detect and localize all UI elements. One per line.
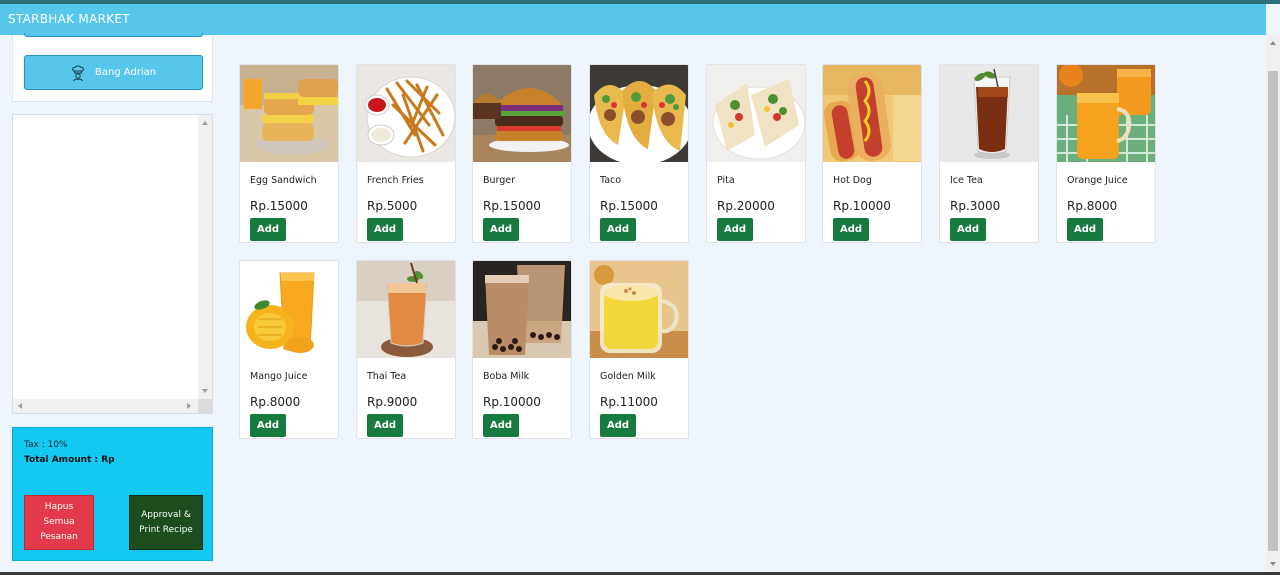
scroll-down-icon[interactable] [1270, 562, 1276, 566]
user-name: Bang Adrian [94, 67, 157, 78]
product-price: Rp.9000 [367, 395, 418, 409]
golden-milk-image [590, 261, 688, 358]
mango-juice-image [240, 261, 338, 358]
scroll-up-icon[interactable] [1270, 41, 1276, 45]
brand-title[interactable]: STARBHAK MARKET [8, 12, 130, 26]
product-card: Orange Juice Rp.8000 Add [1056, 64, 1156, 243]
add-button[interactable]: Add [600, 414, 636, 437]
product-card: Taco Rp.15000 Add [589, 64, 689, 243]
add-button[interactable]: Add [367, 414, 403, 437]
add-button[interactable]: Add [950, 218, 986, 241]
total-amount-label: Total Amount : Rp [24, 455, 115, 465]
scroll-up-icon[interactable] [202, 121, 208, 125]
product-card: Ice Tea Rp.3000 Add [939, 64, 1039, 243]
product-card: Mango Juice Rp.8000 Add [239, 260, 339, 439]
product-card: Hot Dog Rp.10000 Add [822, 64, 922, 243]
orange-juice-image [1057, 65, 1155, 162]
add-button[interactable]: Add [367, 218, 403, 241]
product-card: Boba Milk Rp.10000 Add [472, 260, 572, 439]
product-name: Ice Tea [950, 175, 983, 186]
product-card: Burger Rp.15000 Add [472, 64, 572, 243]
product-price: Rp.11000 [600, 395, 658, 409]
ice-tea-image [940, 65, 1038, 162]
scroll-down-icon[interactable] [202, 389, 208, 393]
add-button[interactable]: Add [483, 218, 519, 241]
add-button[interactable]: Add [250, 218, 286, 241]
add-button[interactable]: Add [600, 218, 636, 241]
product-price: Rp.3000 [950, 199, 1001, 213]
product-card: Pita Rp.20000 Add [706, 64, 806, 243]
chef-icon [72, 65, 84, 81]
product-card: Thai Tea Rp.9000 Add [356, 260, 456, 439]
order-list-vertical-scrollbar[interactable] [198, 115, 212, 399]
burger-image [473, 65, 571, 162]
product-name: Boba Milk [483, 371, 530, 382]
product-name: Egg Sandwich [250, 175, 317, 186]
clear-orders-button[interactable]: Hapus Semua Pesanan [24, 495, 94, 550]
product-price: Rp.15000 [250, 199, 308, 213]
product-card: French Fries Rp.5000 Add [356, 64, 456, 243]
boba-milk-image [473, 261, 571, 358]
product-name: Golden Milk [600, 371, 656, 382]
user-button[interactable]: Bang Adrian [24, 55, 203, 90]
thai-tea-image [357, 261, 455, 358]
product-card: Golden Milk Rp.11000 Add [589, 260, 689, 439]
add-button[interactable]: Add [717, 218, 753, 241]
pita-image [707, 65, 805, 162]
product-name: Thai Tea [367, 371, 407, 382]
order-summary-panel: Tax : 10% Total Amount : Rp Hapus Semua … [12, 427, 213, 561]
product-price: Rp.10000 [833, 199, 891, 213]
product-price: Rp.15000 [600, 199, 658, 213]
order-list-horizontal-scrollbar[interactable] [13, 399, 198, 413]
window-scrollbar[interactable] [1266, 35, 1280, 572]
product-name: Hot Dog [833, 175, 872, 186]
add-button[interactable]: Add [483, 414, 519, 437]
order-list[interactable] [12, 114, 213, 414]
product-price: Rp.20000 [717, 199, 775, 213]
taco-image [590, 65, 688, 162]
product-price: Rp.8000 [1067, 199, 1118, 213]
hot-dog-image [823, 65, 921, 162]
product-name: Taco [600, 175, 622, 186]
approve-print-button[interactable]: Approval & Print Recipe [129, 495, 203, 550]
scrollbar-corner [198, 399, 212, 413]
product-price: Rp.15000 [483, 199, 541, 213]
user-card: Bang Adrian [12, 33, 213, 102]
navbar: STARBHAK MARKET [0, 4, 1266, 35]
add-button[interactable]: Add [1067, 218, 1103, 241]
product-name: Burger [483, 175, 516, 186]
add-button[interactable]: Add [833, 218, 869, 241]
add-button[interactable]: Add [250, 414, 286, 437]
scroll-left-icon[interactable] [18, 403, 22, 409]
product-price: Rp.10000 [483, 395, 541, 409]
egg-sandwich-image [240, 65, 338, 162]
scroll-right-icon[interactable] [187, 403, 191, 409]
tax-label: Tax : 10% [24, 440, 68, 450]
product-price: Rp.5000 [367, 199, 418, 213]
product-name: French Fries [367, 175, 424, 186]
scroll-thumb[interactable] [1268, 71, 1278, 551]
previous-sidebar-button[interactable] [24, 33, 203, 37]
product-name: Mango Juice [250, 371, 308, 382]
product-card: Egg Sandwich Rp.15000 Add [239, 64, 339, 243]
french-fries-image [357, 65, 455, 162]
product-name: Orange Juice [1067, 175, 1128, 186]
product-price: Rp.8000 [250, 395, 301, 409]
product-name: Pita [717, 175, 735, 186]
